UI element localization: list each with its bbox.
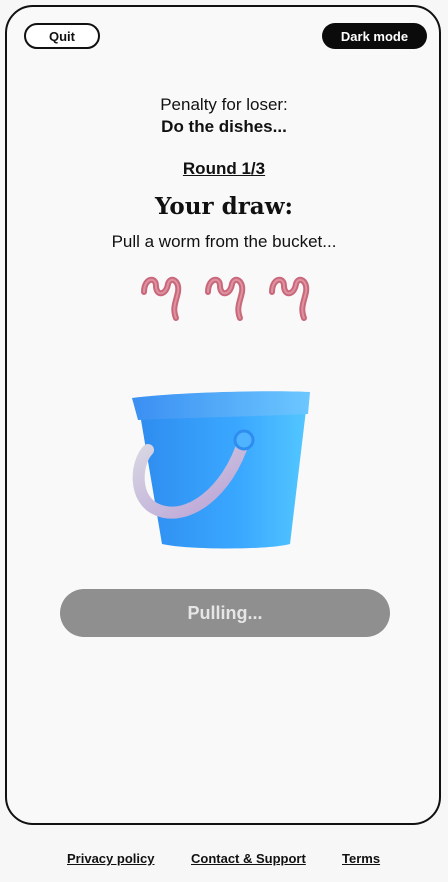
draw-instruction: Pull a worm from the bucket... bbox=[111, 232, 337, 251]
pulling-button[interactable]: Pulling... bbox=[60, 589, 390, 637]
worm-icon bbox=[205, 276, 246, 321]
bucket-icon bbox=[132, 391, 310, 549]
worm-row bbox=[138, 268, 318, 324]
round-indicator: Round 1/3 bbox=[182, 159, 266, 178]
terms-link[interactable]: Terms bbox=[342, 851, 380, 866]
quit-button[interactable]: Quit bbox=[24, 23, 100, 49]
penalty-value: Do the dishes... bbox=[161, 117, 287, 136]
worm-icon bbox=[141, 276, 182, 321]
worm-icon bbox=[269, 276, 310, 321]
contact-support-link[interactable]: Contact & Support bbox=[191, 851, 306, 866]
penalty-label: Penalty for loser: bbox=[160, 95, 288, 114]
dark-mode-button[interactable]: Dark mode bbox=[322, 23, 427, 49]
draw-heading: Your draw: bbox=[155, 193, 293, 220]
privacy-policy-link[interactable]: Privacy policy bbox=[67, 851, 154, 866]
